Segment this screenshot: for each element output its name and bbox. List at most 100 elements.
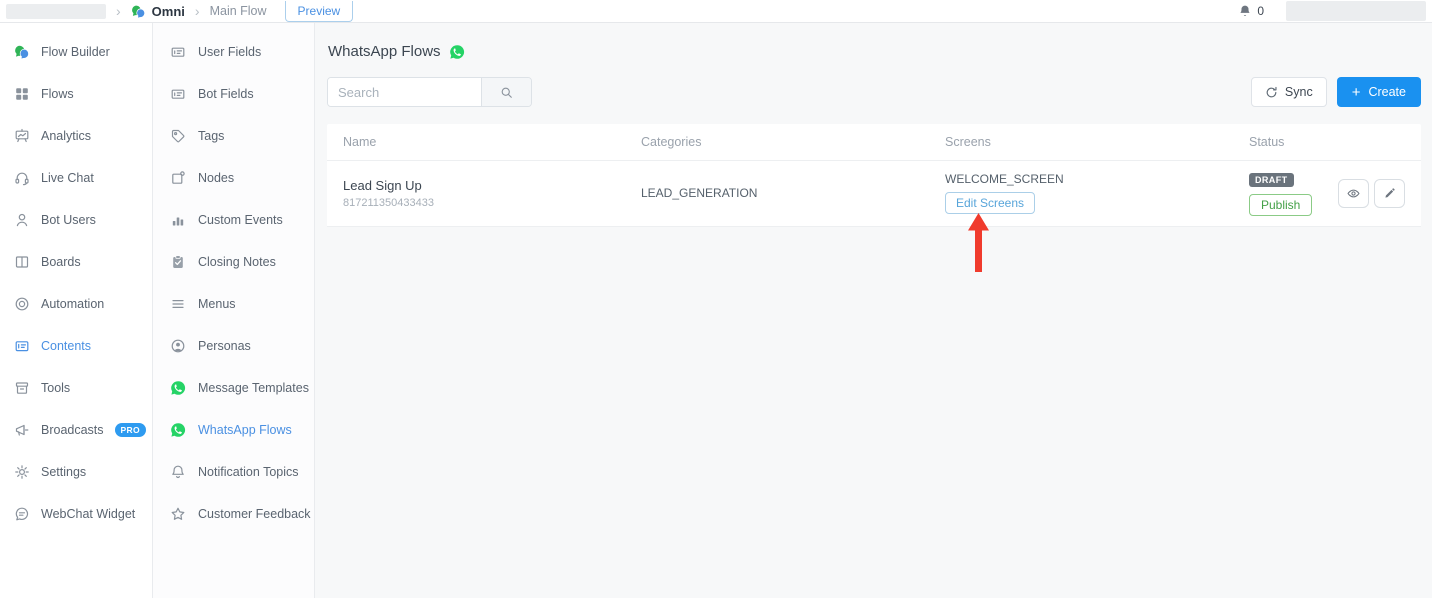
bell-icon [1238, 4, 1252, 18]
breadcrumb-page[interactable]: Main Flow [210, 4, 267, 18]
chevron-right-icon: › [195, 4, 200, 18]
column-header-screens: Screens [945, 135, 1249, 149]
search-input[interactable] [328, 78, 481, 106]
preview-button[interactable]: Preview [285, 1, 354, 22]
status-stack: DRAFT Publish [1249, 170, 1312, 216]
primary-sidebar: Flow Builder Flows Analytics Live Chat [0, 23, 153, 598]
sidebar-item-boards[interactable]: Boards [0, 241, 152, 283]
breadcrumb-app[interactable]: Omni [152, 4, 185, 19]
notifications-button[interactable]: 0 [1238, 4, 1264, 18]
notification-count: 0 [1257, 4, 1264, 18]
sidebar-item-label: Analytics [41, 129, 91, 143]
flow-name: Lead Sign Up [343, 178, 641, 193]
node-icon [170, 170, 186, 186]
publish-button[interactable]: Publish [1249, 194, 1312, 216]
subsidebar-item-user-fields[interactable]: User Fields [153, 31, 314, 73]
archive-box-icon [14, 380, 30, 396]
subsidebar-item-label: Message Templates [198, 381, 309, 395]
sidebar-item-broadcasts[interactable]: Broadcasts PRO [0, 409, 152, 451]
sidebar-item-analytics[interactable]: Analytics [0, 115, 152, 157]
status-badge: DRAFT [1249, 173, 1294, 187]
sidebar-item-label: WebChat Widget [41, 507, 135, 521]
redacted-user-info [1286, 1, 1426, 21]
rings-icon [14, 296, 30, 312]
whatsapp-icon [170, 380, 186, 396]
subsidebar-item-notification-topics[interactable]: Notification Topics [153, 451, 314, 493]
subsidebar-item-label: Custom Events [198, 213, 283, 227]
subsidebar-item-menus[interactable]: Menus [153, 283, 314, 325]
kanban-icon [14, 254, 30, 270]
page-title: WhatsApp Flows [328, 43, 441, 60]
sidebar-item-label: Broadcasts [41, 423, 104, 437]
megaphone-icon [14, 422, 30, 438]
subsidebar-item-label: Personas [198, 339, 251, 353]
view-flow-button[interactable] [1338, 179, 1369, 208]
subsidebar-item-label: Tags [198, 129, 224, 143]
sidebar-item-automation[interactable]: Automation [0, 283, 152, 325]
column-header-name: Name [343, 135, 641, 149]
persona-circle-icon [170, 338, 186, 354]
sync-button[interactable]: Sync [1251, 77, 1327, 107]
sidebar-item-label: Flow Builder [41, 45, 110, 59]
gear-icon [14, 464, 30, 480]
main-content: WhatsApp Flows Sync [315, 23, 1432, 598]
flow-category: LEAD_GENERATION [641, 186, 945, 200]
search-icon [499, 85, 514, 100]
create-button[interactable]: + Create [1337, 77, 1421, 107]
chevron-right-icon: › [116, 4, 121, 18]
star-icon [170, 506, 186, 522]
top-bar: › Omni › Main Flow Preview 0 [0, 0, 1432, 23]
edit-screens-button[interactable]: Edit Screens [945, 192, 1035, 214]
field-card-icon [170, 86, 186, 102]
card-lines-icon [14, 338, 30, 354]
plus-icon: + [1352, 85, 1361, 100]
person-icon [14, 212, 30, 228]
sidebar-item-flow-builder[interactable]: Flow Builder [0, 31, 152, 73]
tag-icon [170, 128, 186, 144]
create-button-label: Create [1368, 85, 1406, 99]
search-button[interactable] [481, 78, 531, 106]
pro-badge: PRO [115, 423, 146, 437]
subsidebar-item-label: Menus [198, 297, 236, 311]
chat-bubbles-icon [131, 4, 146, 19]
sidebar-item-tools[interactable]: Tools [0, 367, 152, 409]
red-arrow-annotation [966, 213, 991, 273]
column-header-status: Status [1249, 135, 1405, 149]
subsidebar-item-whatsapp-flows[interactable]: WhatsApp Flows [153, 409, 314, 451]
sidebar-item-label: Boards [41, 255, 81, 269]
sidebar-item-live-chat[interactable]: Live Chat [0, 157, 152, 199]
subsidebar-item-customer-feedback[interactable]: Customer Feedback [153, 493, 314, 535]
subsidebar-item-label: Customer Feedback [198, 507, 311, 521]
bell-outline-icon [170, 464, 186, 480]
sidebar-item-settings[interactable]: Settings [0, 451, 152, 493]
sidebar-item-webchat-widget[interactable]: WebChat Widget [0, 493, 152, 535]
table-header-row: Name Categories Screens Status [327, 124, 1421, 161]
sidebar-item-label: Contents [41, 339, 91, 353]
sidebar-item-bot-users[interactable]: Bot Users [0, 199, 152, 241]
subsidebar-item-label: User Fields [198, 45, 261, 59]
presentation-board-icon [14, 128, 30, 144]
hamburger-icon [170, 296, 186, 312]
redacted-workspace-name [6, 4, 106, 19]
sidebar-item-contents[interactable]: Contents [0, 325, 152, 367]
flow-screen-name: WELCOME_SCREEN [945, 172, 1249, 186]
sidebar-item-label: Tools [41, 381, 70, 395]
subsidebar-item-nodes[interactable]: Nodes [153, 157, 314, 199]
subsidebar-item-custom-events[interactable]: Custom Events [153, 199, 314, 241]
pencil-icon [1383, 187, 1396, 200]
flow-status-cell: DRAFT Publish [1249, 170, 1405, 216]
sidebar-item-flows[interactable]: Flows [0, 73, 152, 115]
search-group [327, 77, 532, 107]
eye-icon [1346, 186, 1361, 201]
flow-screens-cell: WELCOME_SCREEN Edit Screens [945, 172, 1249, 214]
subsidebar-item-tags[interactable]: Tags [153, 115, 314, 157]
sidebar-item-label: Automation [41, 297, 104, 311]
subsidebar-item-label: Closing Notes [198, 255, 276, 269]
edit-flow-button[interactable] [1374, 179, 1405, 208]
contents-sidebar: User Fields Bot Fields Tags Nodes Custom… [153, 23, 315, 598]
subsidebar-item-message-templates[interactable]: Message Templates [153, 367, 314, 409]
subsidebar-item-bot-fields[interactable]: Bot Fields [153, 73, 314, 115]
whatsapp-icon [170, 422, 186, 438]
subsidebar-item-personas[interactable]: Personas [153, 325, 314, 367]
subsidebar-item-closing-notes[interactable]: Closing Notes [153, 241, 314, 283]
